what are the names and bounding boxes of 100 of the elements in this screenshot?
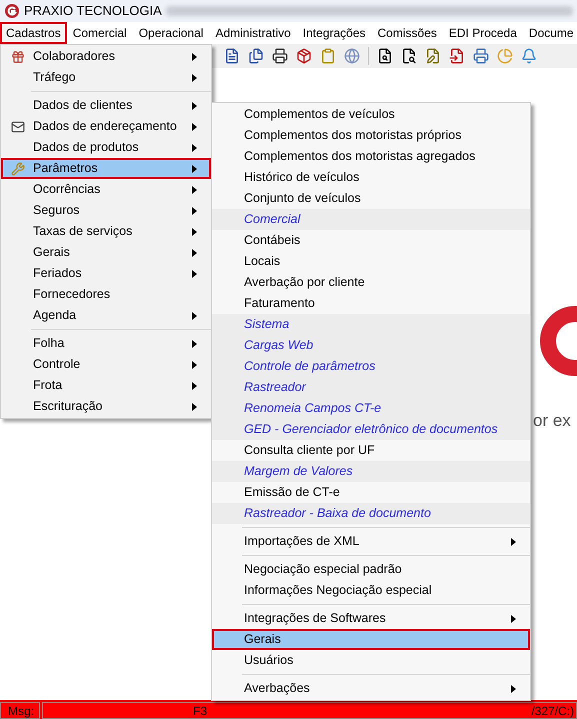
menu-item[interactable]: Rastreador [212, 377, 530, 398]
menu-item-label: Importações de XML [244, 533, 360, 550]
menu-item[interactable]: Complementos dos motoristas próprios [212, 125, 530, 146]
globe-icon[interactable] [344, 48, 360, 64]
menu-item[interactable]: Taxas de serviços [1, 221, 211, 242]
menu-item-label: Escrituração [33, 398, 104, 416]
menu-item-label: Contábeis [244, 232, 302, 250]
menu-item-label: Informações Negociação especial [244, 582, 433, 600]
menu-item-label: Averbações [244, 680, 311, 698]
menu-item-label: Controle de parâmetros [244, 358, 376, 376]
document-icon[interactable] [224, 48, 240, 64]
status-text: F3 [193, 702, 208, 719]
menu-item-label: Averbação por cliente [244, 274, 366, 292]
documents-icon[interactable] [248, 48, 264, 64]
menu-bar-item[interactable]: Comissões [372, 22, 443, 44]
menu-item[interactable]: Complementos de veículos [212, 104, 530, 125]
document-edit-icon[interactable] [425, 48, 441, 64]
menu-item-label: Frota [33, 377, 64, 394]
document-search-icon[interactable] [377, 48, 393, 64]
menu-item-label: Cargas Web [244, 337, 314, 354]
menu-item-label: Dados de clientes [33, 97, 134, 114]
menu-item-label: Feriados [33, 265, 83, 282]
bell-icon[interactable] [521, 48, 537, 64]
menu-item-label: Complementos dos motoristas próprios [244, 127, 462, 144]
menu-item-label: Sistema [244, 316, 290, 334]
menu-item-label: Colaboradores [33, 48, 116, 66]
menu-item[interactable]: Rastreador - Baixa de documento [212, 503, 530, 524]
menu-item-label: Rastreador - Baixa de documento [244, 505, 432, 522]
document-import-icon[interactable] [449, 48, 465, 64]
menu-item[interactable]: Renomeia Campos CT-e [212, 398, 530, 419]
menu-item[interactable]: Parâmetros [1, 158, 211, 179]
menu-item[interactable]: Informações Negociação especial [212, 580, 530, 601]
menu-item-label: Parâmetros [33, 160, 99, 178]
menu-item[interactable]: Gerais [1, 242, 211, 263]
menu-item-label: Controle [33, 356, 82, 374]
menu-item[interactable]: Dados de produtos [1, 137, 211, 158]
menu-item-label: Complementos de veículos [244, 106, 396, 124]
menu-item[interactable]: Averbação por cliente [212, 272, 530, 293]
menu-item[interactable]: Feriados [1, 263, 211, 284]
document-search-icon[interactable] [401, 48, 417, 64]
status-text: /327/C:) [531, 702, 574, 719]
menu-item[interactable]: GED - Gerenciador eletrônico de documentos [212, 419, 530, 440]
menu-item[interactable]: Agenda [1, 305, 211, 326]
menu-item[interactable]: Faturamento [212, 293, 530, 314]
menu-item-label: Agenda [33, 307, 78, 324]
menu-bar-item[interactable]: Administrativo [209, 22, 297, 44]
menu-bar-item[interactable]: Comercial [66, 22, 133, 44]
menu-bar-item[interactable]: EDI Proceda [442, 22, 523, 44]
menu-item[interactable]: Colaboradores [1, 46, 211, 67]
menu-bar-item[interactable]: Docume [522, 22, 577, 44]
menu-item[interactable]: Usuários [212, 650, 530, 671]
menu-item-label: Seguros [33, 202, 81, 220]
menu-item-label: Dados de endereçamento [33, 118, 178, 136]
menu-item[interactable]: Ocorrências [1, 179, 211, 200]
menu-item[interactable]: Seguros [1, 200, 211, 221]
menu-item-label: Taxas de serviços [33, 223, 134, 240]
menu-bar-item[interactable]: Integrações [296, 22, 372, 44]
menu-item-label: Fornecedores [33, 286, 112, 304]
menu-bar-item[interactable]: Operacional [132, 22, 210, 44]
status-label: Msg: [0, 702, 40, 719]
menu-item[interactable]: Controle [1, 354, 211, 375]
menu-item[interactable]: Integrações de Softwares [212, 608, 530, 629]
menu-item[interactable]: Conjunto de veículos [212, 188, 530, 209]
menu-item[interactable]: Negociação especial padrão [212, 559, 530, 580]
clipboard-icon[interactable] [320, 48, 336, 64]
menu-item-label: Gerais [33, 244, 71, 262]
menu-item[interactable]: Comercial [212, 209, 530, 230]
menu-item-label: Comercial [244, 211, 302, 228]
menu-item[interactable]: Controle de parâmetros [212, 356, 530, 377]
menu-item[interactable]: Histórico de veículos [212, 167, 530, 188]
menu-item-label: Locais [244, 253, 282, 270]
menu-item[interactable]: Contábeis [212, 230, 530, 251]
menu-item[interactable]: Locais [212, 251, 530, 272]
printer-icon[interactable] [272, 48, 288, 64]
menu-item[interactable]: Averbações [212, 678, 530, 699]
menu-item-label: Rastreador [244, 379, 308, 396]
window-title: PRAXIO TECNOLOGIA [24, 2, 162, 20]
menu-item[interactable]: Emissão de CT-e [212, 482, 530, 503]
menu-item-label: Negociação especial padrão [244, 561, 403, 578]
menu-item[interactable]: Dados de endereçamento [1, 116, 211, 137]
menu-item[interactable]: Tráfego [1, 67, 211, 88]
menu-item[interactable]: Consulta cliente por UF [212, 440, 530, 461]
menu-item-label: Folha [33, 335, 66, 352]
menu-item[interactable]: Frota [1, 375, 211, 396]
menu-item[interactable]: Importações de XML [212, 531, 530, 552]
menu-item[interactable]: Sistema [212, 314, 530, 335]
gift-icon [11, 50, 25, 64]
menu-item[interactable]: Dados de clientes [1, 95, 211, 116]
envelope-icon [11, 120, 25, 134]
menu-item[interactable]: Folha [1, 333, 211, 354]
menu-item[interactable]: Escrituração [1, 396, 211, 417]
menu-item[interactable]: Margem de Valores [212, 461, 530, 482]
menu-bar-item[interactable]: Cadastros [0, 22, 67, 44]
menu-item-label: Usuários [244, 652, 294, 670]
menu-item-label: Dados de produtos [33, 139, 140, 156]
menu-item[interactable]: Gerais [212, 629, 530, 650]
menu-item[interactable]: Cargas Web [212, 335, 530, 356]
menu-item[interactable]: Fornecedores [1, 284, 211, 305]
menu-item[interactable]: Complementos dos motoristas agregados [212, 146, 530, 167]
menu-item-label: Consulta cliente por UF [244, 442, 376, 460]
